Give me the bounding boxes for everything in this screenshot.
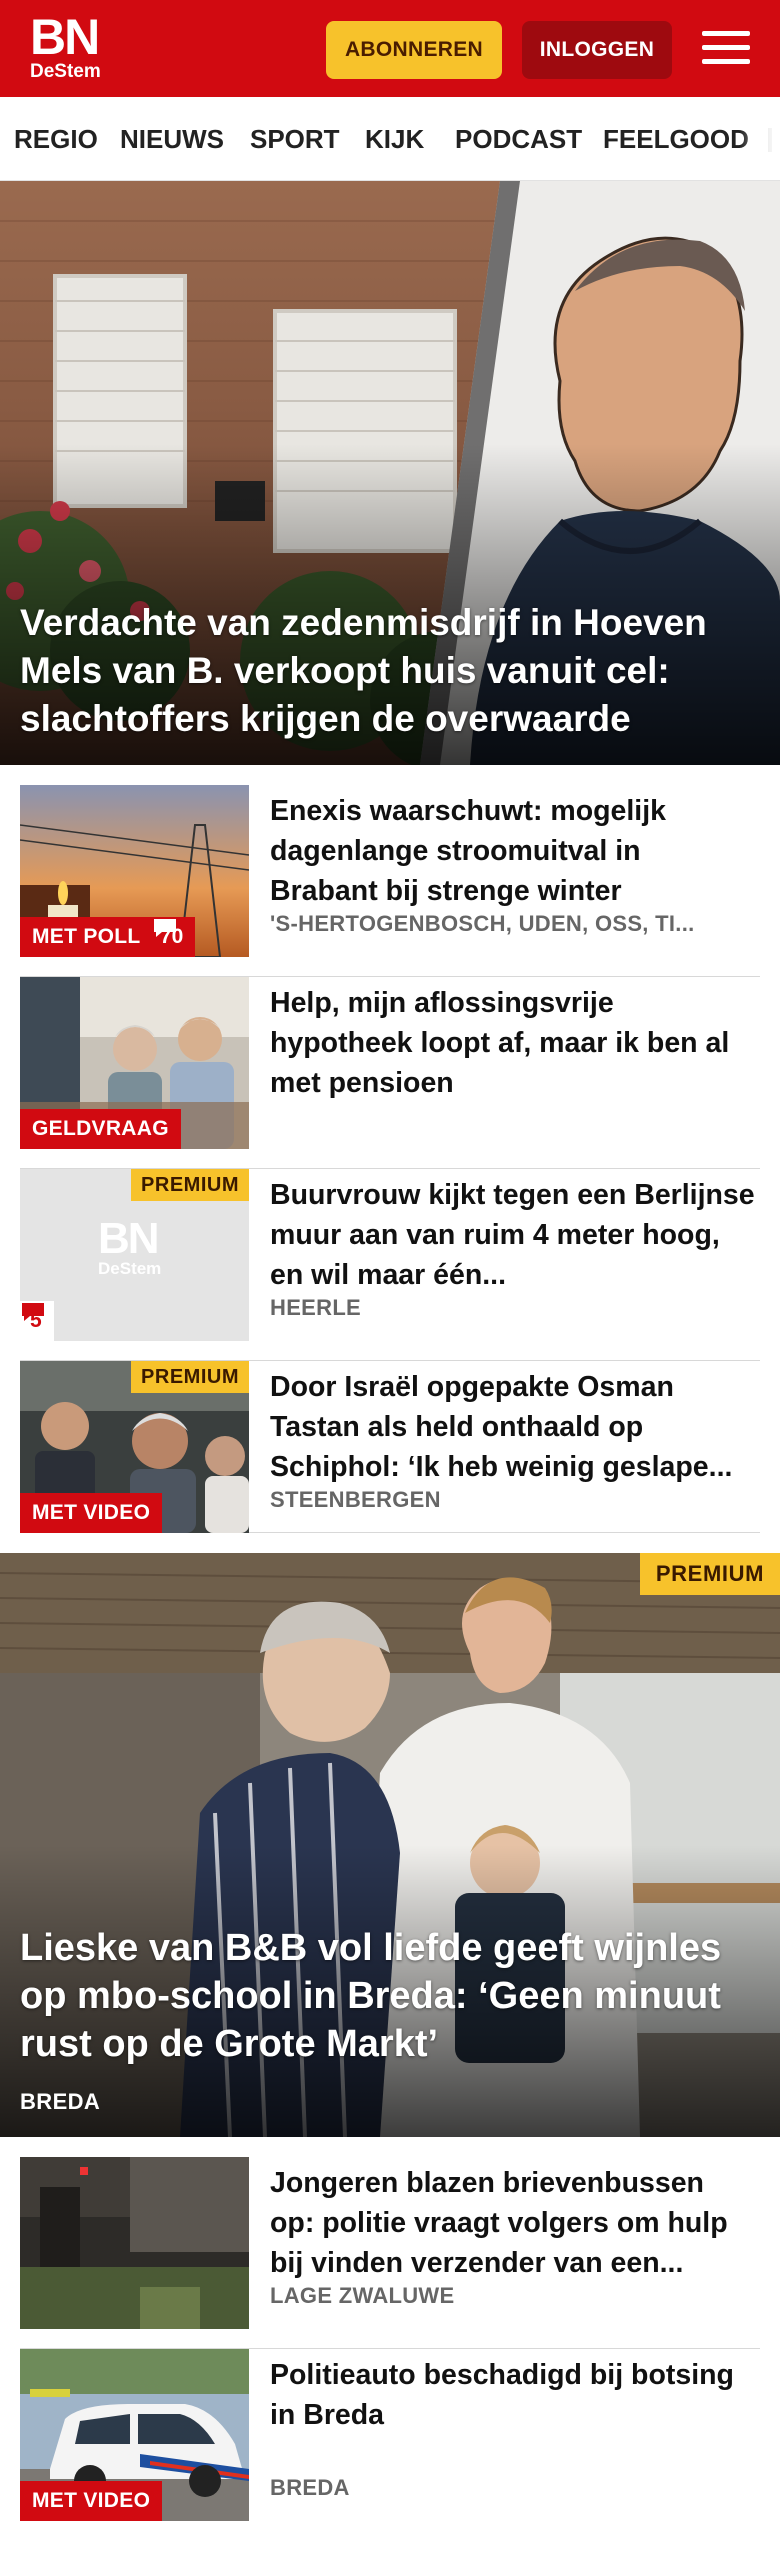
placeholder-logo-sub: DeStem — [98, 1259, 162, 1278]
hero-article[interactable]: Verdachte van zedenmisdrijf in Hoeven Me… — [0, 181, 780, 765]
article-title[interactable]: Enexis waarschuwt: mogelijk dagenlange s… — [270, 791, 755, 911]
login-button[interactable]: INLOGGEN — [522, 21, 672, 79]
premium-badge: PREMIUM — [639, 1553, 780, 1595]
comment-count-badge[interactable]: 70 — [152, 917, 196, 957]
video-label: MET VIDEO — [20, 1493, 163, 1533]
section-nav: REGIO NIEUWS SPORT KIJK PODCAST FEELGOOD — [0, 97, 780, 181]
placeholder-logo: BN DeStem — [98, 1214, 162, 1279]
nav-item-regio[interactable]: REGIO — [14, 124, 98, 155]
nav-item-podcast[interactable]: PODCAST — [455, 124, 582, 155]
article-location: HEERLE — [270, 1295, 362, 1320]
article-thumbnail[interactable]: BN DeStem PREMIUM 5 — [20, 1169, 249, 1341]
comment-icon — [22, 1303, 44, 1321]
logo-main: BN — [30, 9, 100, 65]
article-thumbnail[interactable]: PREMIUM MET VIDEO — [20, 1361, 249, 1533]
premium-badge: PREMIUM — [131, 1169, 249, 1201]
nav-item-nieuws[interactable]: NIEUWS — [120, 124, 224, 155]
comment-count-badge[interactable]: 5 — [20, 1301, 54, 1341]
article-card[interactable]: BN DeStem PREMIUM 5 Buurvrouw kijkt tege… — [20, 1169, 760, 1361]
site-header: BN DeStem ABONNEREN INLOGGEN — [0, 0, 780, 97]
nav-item-sport[interactable]: SPORT — [250, 124, 340, 155]
article-title[interactable]: Jongeren blazen brievenbussen op: politi… — [270, 2163, 755, 2283]
article-thumbnail[interactable]: MET POLL 70 — [20, 785, 249, 957]
article-card[interactable]: Jongeren blazen brievenbussen op: politi… — [20, 2157, 760, 2349]
article-title[interactable]: Door Israël opgepakte Osman Tastan als h… — [270, 1367, 755, 1487]
premium-badge: PREMIUM — [131, 1361, 249, 1393]
article-location: LAGE ZWALUWE — [270, 2283, 455, 2308]
article-thumbnail[interactable] — [20, 2157, 249, 2329]
comment-icon — [154, 919, 176, 937]
article-title[interactable]: Help, mijn aflossingsvrije hypotheek loo… — [270, 983, 755, 1103]
logo-sub: DeStem — [30, 61, 101, 82]
cctv-still-image — [20, 2157, 249, 2329]
article-card[interactable]: PREMIUM MET VIDEO Door Israël opgepakte … — [20, 1361, 760, 1533]
feature-title[interactable]: Lieske van B&B vol liefde geeft wijnles … — [20, 1924, 760, 2068]
nav-item-feelgood[interactable]: FEELGOOD — [603, 124, 749, 155]
article-location: BREDA — [270, 2475, 350, 2500]
hamburger-menu-icon[interactable] — [702, 27, 750, 69]
article-card[interactable]: MET VIDEO Politieauto beschadigd bij bot… — [20, 2349, 760, 2521]
article-card[interactable]: MET POLL 70 Enexis waarschuwt: mogelijk … — [20, 785, 760, 977]
article-thumbnail[interactable]: MET VIDEO — [20, 2349, 249, 2521]
site-logo[interactable]: BN DeStem — [30, 9, 110, 84]
video-label: MET VIDEO — [20, 2481, 163, 2521]
feature-location: BREDA — [20, 2089, 101, 2114]
placeholder-logo-main: BN — [98, 1214, 160, 1263]
subscribe-button[interactable]: ABONNEREN — [326, 21, 502, 79]
nav-item-kijk[interactable]: KIJK — [365, 124, 424, 155]
article-location: STEENBERGEN — [270, 1487, 441, 1512]
hero-title[interactable]: Verdachte van zedenmisdrijf in Hoeven Me… — [20, 599, 760, 743]
poll-label: MET POLL — [20, 917, 153, 957]
feature-article[interactable]: PREMIUM Lieske van B&B vol liefde geeft … — [0, 1553, 780, 2137]
nav-fade — [740, 97, 780, 180]
article-card[interactable]: GELDVRAAG Help, mijn aflossingsvrije hyp… — [20, 977, 760, 1169]
article-location: 'S-HERTOGENBOSCH, UDEN, OSS, TI... — [270, 911, 695, 936]
article-thumbnail[interactable]: GELDVRAAG — [20, 977, 249, 1149]
article-title[interactable]: Politieauto beschadigd bij botsing in Br… — [270, 2355, 755, 2435]
geldvraag-label: GELDVRAAG — [20, 1109, 181, 1149]
article-title[interactable]: Buurvrouw kijkt tegen een Berlijnse muur… — [270, 1175, 755, 1295]
